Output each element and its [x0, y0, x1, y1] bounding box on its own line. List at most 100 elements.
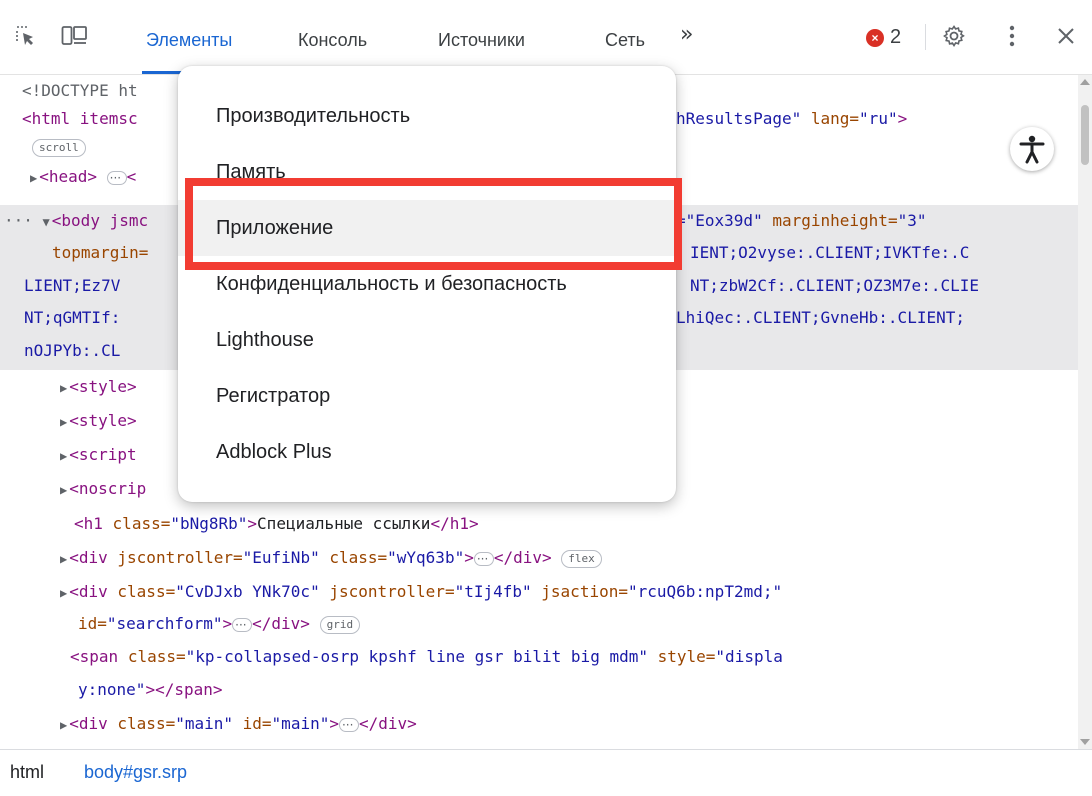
body-line-2: topmargin= — [52, 243, 149, 262]
attr-value: "main" — [271, 714, 330, 733]
inspect-element-icon[interactable] — [12, 22, 40, 50]
kebab-menu-icon[interactable] — [998, 22, 1026, 50]
breadcrumb-body[interactable]: body#gsr.srp — [84, 762, 187, 783]
error-icon: × — [866, 28, 884, 47]
style-tag: <style> — [69, 411, 137, 430]
h1-node-line[interactable]: <h1 class="bNg8Rb">Специальные ссылки</h… — [74, 510, 479, 538]
attr-name: class= — [117, 582, 176, 601]
style-node-line[interactable]: ▶ <style> — [60, 407, 137, 435]
ellipsis-expand-icon[interactable] — [473, 545, 494, 573]
tag: <div — [69, 714, 108, 733]
expand-triangle-icon[interactable]: ▶ — [30, 171, 37, 185]
attr-name: marginheight= — [772, 211, 898, 230]
body-open-tag: <body jsmc — [51, 211, 149, 230]
ellipsis-expand-icon[interactable] — [232, 611, 253, 639]
tag-close: </div> — [252, 614, 310, 633]
tag: <div — [69, 582, 108, 601]
accessibility-icon[interactable] — [1010, 127, 1054, 171]
expand-triangle-icon[interactable]: ▶ — [60, 415, 67, 429]
scroll-badge-line: scroll — [32, 133, 86, 161]
tab-sources[interactable]: Источники — [438, 0, 525, 74]
attr-value: "ru" — [859, 109, 898, 128]
attr-value: "wYq63b" — [387, 548, 465, 567]
body-node-line[interactable]: ··· ▼ <body jsmc — [4, 207, 148, 235]
menu-item-recorder[interactable]: Регистратор — [178, 368, 676, 424]
menu-item-performance[interactable]: Производительность — [178, 88, 676, 144]
body-line-4-tail: LhiQec:.CLIENT;GvneHb:.CLIENT; — [676, 308, 965, 327]
tag-close: > — [897, 109, 908, 128]
flex-badge[interactable]: flex — [561, 549, 602, 568]
expand-triangle-icon[interactable]: ▶ — [60, 483, 67, 497]
device-toolbar-icon[interactable] — [60, 22, 88, 50]
style-node-line[interactable]: ▶ <style> — [60, 373, 137, 401]
attr-value: "kp-collapsed-osrp kpshf line gsr bilit … — [185, 647, 648, 666]
expand-triangle-icon[interactable]: ▶ — [60, 586, 67, 600]
span-node-line[interactable]: <span class="kp-collapsed-osrp kpshf lin… — [70, 643, 783, 671]
ellipsis-expand-icon[interactable] — [338, 711, 359, 739]
html-node-line-tail[interactable]: hResultsPage" lang="ru"> — [676, 105, 907, 133]
h1-text: Специальные ссылки — [257, 514, 431, 533]
scroll-badge[interactable]: scroll — [32, 138, 86, 157]
tag: <span — [70, 647, 119, 666]
breadcrumb: html body#gsr.srp — [0, 749, 1092, 796]
close-icon[interactable] — [1052, 22, 1080, 50]
tag: <div — [69, 548, 108, 567]
more-tabs-menu: Производительность Память Приложение Кон… — [178, 66, 676, 502]
html-open-tag: <html itemsc — [22, 109, 138, 128]
collapse-triangle-icon[interactable]: ▼ — [43, 215, 50, 229]
tab-elements[interactable]: Элементы — [141, 0, 237, 74]
grid-badge[interactable]: grid — [319, 615, 361, 634]
menu-item-privacy-security[interactable]: Конфиденциальность и безопасность — [178, 256, 676, 312]
scroll-down-arrow-icon[interactable] — [1080, 739, 1090, 745]
attr-value: "bNg8Rb" — [170, 514, 248, 533]
toolbar-divider — [925, 24, 926, 50]
head-node-line[interactable]: ▶<head> < — [30, 163, 137, 192]
scroll-up-arrow-icon[interactable] — [1080, 79, 1090, 85]
scrollbar-thumb[interactable] — [1081, 105, 1089, 165]
script-node-line[interactable]: ▶ <script — [60, 441, 137, 469]
menu-item-memory[interactable]: Память — [178, 144, 676, 200]
ellipsis-expand-icon[interactable] — [106, 164, 127, 192]
tag: <h1 — [74, 514, 103, 533]
attr-name: class= — [127, 647, 186, 666]
expand-triangle-icon[interactable]: ▶ — [60, 552, 67, 566]
attr-value: "main" — [175, 714, 233, 733]
attr-value: "tIj4fb" — [454, 582, 532, 601]
div-main-node-line[interactable]: ▶<div class="main" id="main"></div> — [60, 710, 417, 739]
attr-name: lang= — [810, 109, 860, 128]
noscript-node-line[interactable]: ▶ <noscrip — [60, 475, 146, 503]
attr-value: "searchform" — [106, 614, 223, 633]
expand-triangle-icon[interactable]: ▶ — [60, 449, 67, 463]
noscript-tag: <noscrip — [69, 479, 147, 498]
attr-value: hResultsPage" — [676, 109, 802, 128]
tag-close: </div> — [493, 548, 552, 567]
attr-name: id= — [78, 614, 107, 633]
div-node-line[interactable]: ▶ <div jscontroller="EufiNb" class="wYq63… — [60, 544, 602, 573]
gear-icon[interactable] — [940, 22, 968, 50]
breadcrumb-html[interactable]: html — [10, 762, 44, 783]
script-tag: <script — [69, 445, 137, 464]
body-line-3-tail: NT;zbW2Cf:.CLIENT;OZ3M7e:.CLIE — [690, 276, 979, 295]
menu-item-lighthouse[interactable]: Lighthouse — [178, 312, 676, 368]
tab-network[interactable]: Сеть — [605, 0, 645, 74]
head-tail: < — [126, 167, 137, 186]
tab-console[interactable]: Консоль — [298, 0, 367, 74]
tag-close: </h1> — [430, 514, 479, 533]
vertical-scrollbar[interactable] — [1078, 75, 1092, 749]
expand-triangle-icon[interactable]: ▶ — [60, 718, 67, 732]
attr-name: style= — [657, 647, 716, 666]
expand-triangle-icon[interactable]: ▶ — [60, 381, 67, 395]
body-line-3: LIENT;Ez7V — [24, 276, 121, 295]
error-count-badge[interactable]: × 2 — [866, 26, 901, 49]
body-line-4: NT;qGMTIf: — [24, 308, 121, 327]
attr-value: y:none" — [78, 680, 146, 699]
more-tabs-button[interactable]: » — [680, 22, 693, 47]
div-node-line[interactable]: ▶ <div class="CvDJxb YNk70c" jscontroller… — [60, 578, 782, 606]
html-node-line[interactable]: <html itemsc — [22, 105, 138, 133]
menu-item-application[interactable]: Приложение — [178, 200, 676, 256]
doctype-line[interactable]: <!DOCTYPE ht — [22, 77, 138, 105]
menu-item-adblock-plus[interactable]: Adblock Plus — [178, 424, 676, 480]
div-node-line-cont: id="searchform"></div> grid — [78, 610, 361, 639]
attr-name: jscontroller= — [329, 582, 455, 601]
attr-value: "3" — [897, 211, 927, 230]
